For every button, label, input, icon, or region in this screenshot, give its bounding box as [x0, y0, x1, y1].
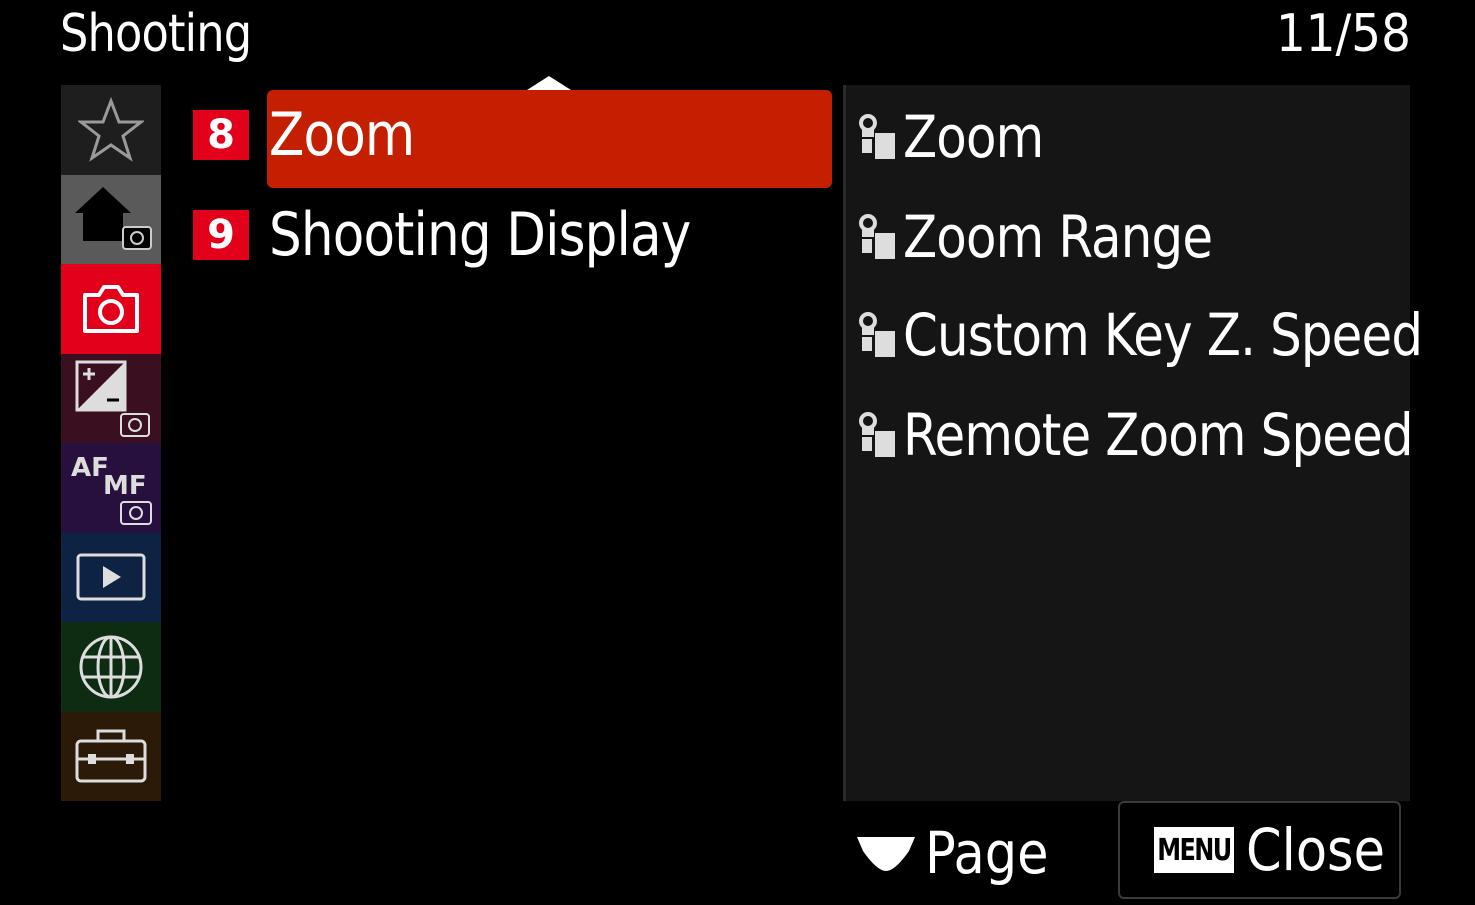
sidebar-item-main[interactable]: [61, 174, 161, 264]
submenu-item-label: Zoom: [903, 103, 1044, 171]
submenu-item-label: Remote Zoom Speed: [903, 401, 1414, 469]
submenu-item-remote-zoom-speed[interactable]: Remote Zoom Speed: [855, 385, 1475, 485]
menu-item-zoom[interactable]: 8 Zoom: [193, 86, 832, 188]
page-counter: 11/58: [1276, 4, 1411, 64]
toolbox-icon: [75, 729, 147, 783]
submenu-item-label: Zoom Range: [903, 203, 1213, 271]
menu-badge-icon: MENU: [1154, 827, 1234, 873]
globe-icon: [79, 635, 143, 699]
custom-zoom-icon: [859, 114, 895, 159]
home-camera-icon: [75, 187, 152, 251]
menu-item-shooting-display[interactable]: 9 Shooting Display: [193, 186, 759, 284]
submenu-panel: Zoom Zoom Range Custom Key Z. Speed Remo…: [843, 85, 1423, 801]
submenu-item-label: Custom Key Z. Speed: [903, 301, 1423, 369]
menu-item-number: 8: [193, 110, 249, 160]
af-mf-camera-icon: AF MF: [71, 453, 152, 525]
exposure-camera-icon: [75, 360, 150, 438]
close-button[interactable]: MENU Close: [1118, 801, 1401, 899]
submenu-item-zoom-range[interactable]: Zoom Range: [855, 187, 1262, 287]
page-label: Page: [925, 819, 1049, 887]
custom-zoom-icon: [859, 214, 895, 259]
menu-item-label: Zoom: [269, 100, 415, 170]
sidebar-item-playback[interactable]: [61, 532, 161, 622]
submenu-item-zoom[interactable]: Zoom: [855, 87, 1066, 187]
custom-zoom-icon: [859, 412, 895, 457]
submenu-item-custom-key-zoom-speed[interactable]: Custom Key Z. Speed: [855, 285, 1475, 385]
close-label: Close: [1245, 816, 1385, 884]
sidebar: AF MF: [61, 85, 161, 801]
scroll-up-indicator: [527, 76, 571, 90]
menu-title: Shooting: [60, 4, 252, 64]
sidebar-item-network[interactable]: [61, 622, 161, 712]
sidebar-item-focus[interactable]: AF MF: [61, 443, 161, 533]
menu-item-label: Shooting Display: [269, 200, 691, 270]
control-wheel-icon: [857, 837, 915, 871]
sidebar-item-setup[interactable]: [61, 711, 161, 801]
star-icon: [78, 96, 144, 162]
custom-zoom-icon: [859, 312, 895, 357]
sidebar-item-shooting[interactable]: [61, 264, 161, 354]
mf-label: MF: [103, 471, 147, 501]
playback-icon: [76, 553, 146, 601]
sidebar-item-my-menu[interactable]: [61, 85, 161, 175]
page-button[interactable]: Page: [855, 808, 1065, 898]
menu-item-number: 9: [193, 210, 249, 260]
camera-icon: [83, 284, 139, 333]
sidebar-item-exposure-color[interactable]: [61, 353, 161, 443]
